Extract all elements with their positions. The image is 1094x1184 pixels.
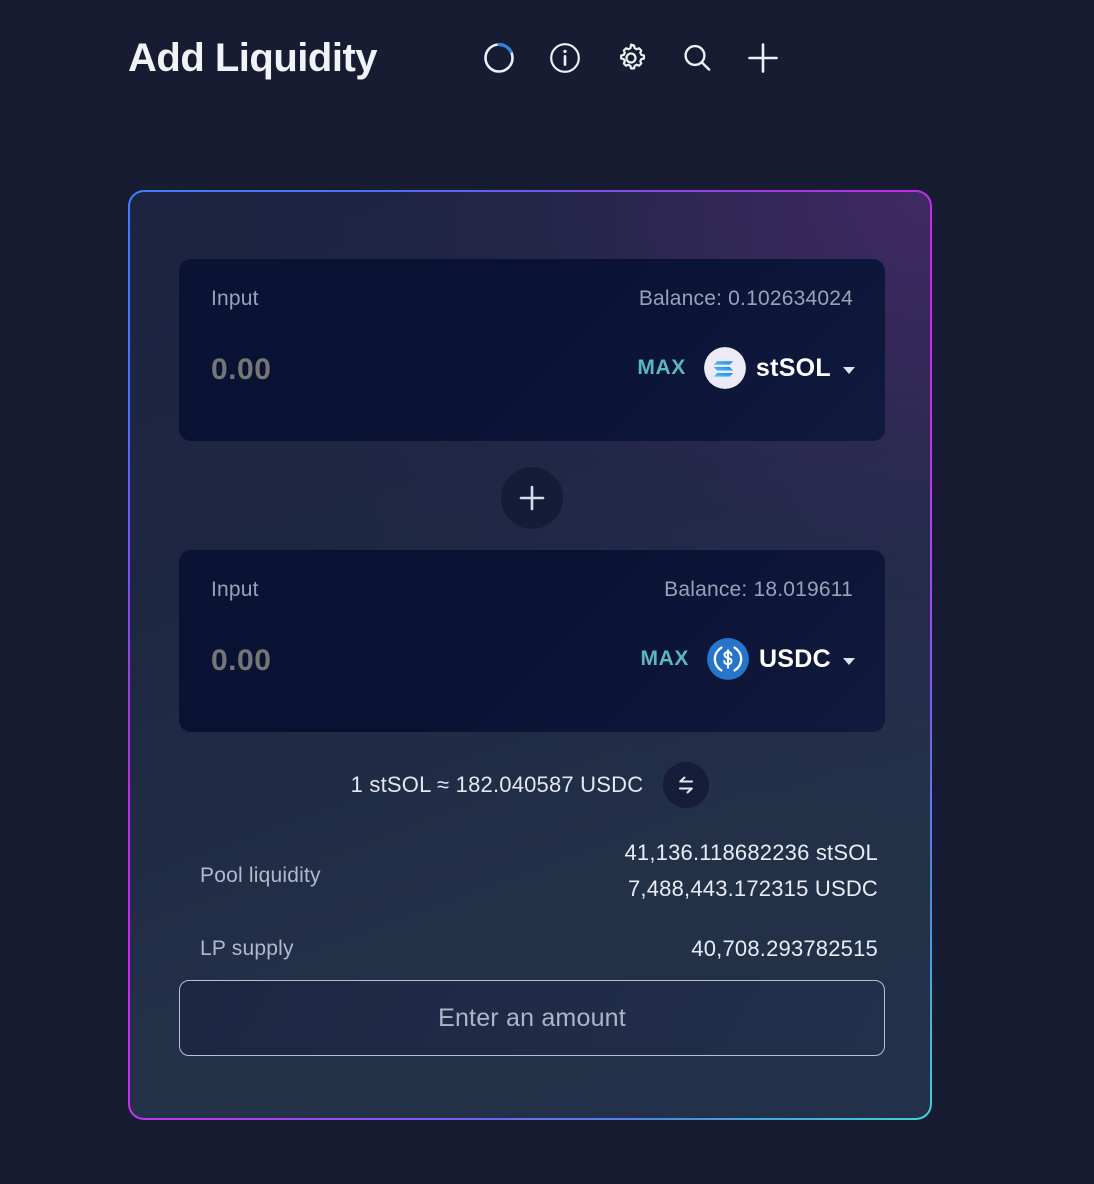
input-card-stsol: Input Balance: 0.102634024 MAX xyxy=(179,259,885,441)
input-label: Input xyxy=(211,287,259,310)
pool-liquidity-values: 41,136.118682236 stSOL 7,488,443.172315 … xyxy=(624,840,878,902)
page-title: Add Liquidity xyxy=(128,36,378,80)
search-icon[interactable] xyxy=(677,38,717,78)
pool-liquidity-value-stsol: 41,136.118682236 stSOL xyxy=(624,840,878,865)
stat-row-pool-liquidity: Pool liquidity 41,136.118682236 stSOL 7,… xyxy=(130,840,930,902)
loading-spinner-icon[interactable] xyxy=(479,38,519,78)
pool-stats: Pool liquidity 41,136.118682236 stSOL 7,… xyxy=(130,822,930,962)
max-button-stsol[interactable]: MAX xyxy=(637,356,685,380)
stat-row-lp-supply: LP supply 40,708.293782515 xyxy=(130,936,930,962)
lp-supply-label: LP supply xyxy=(200,937,294,960)
input-card-usdc: Input Balance: 18.019611 MAX USDC xyxy=(179,550,885,732)
chevron-down-icon xyxy=(843,366,855,374)
add-liquidity-card: Input Balance: 0.102634024 MAX xyxy=(128,190,932,1120)
header-icon-group xyxy=(479,38,783,78)
amount-input-usdc[interactable] xyxy=(211,644,511,678)
token-symbol-stsol: stSOL xyxy=(755,353,831,382)
token-selector-usdc[interactable]: USDC xyxy=(706,638,855,680)
usdc-logo-icon xyxy=(706,638,749,680)
token-selector-stsol[interactable]: stSOL xyxy=(703,347,855,389)
plus-icon xyxy=(519,485,545,511)
gear-icon[interactable] xyxy=(611,38,651,78)
input-controls: MAX stSOL xyxy=(637,347,855,389)
input-controls: MAX USDC xyxy=(640,638,855,680)
exchange-rate-row: 1 stSOL ≈ 182.040587 USDC xyxy=(130,762,930,808)
solana-logo-icon xyxy=(703,347,746,389)
plus-icon[interactable] xyxy=(743,38,783,78)
token-symbol-usdc: USDC xyxy=(758,644,831,673)
submit-button[interactable]: Enter an amount xyxy=(179,980,885,1056)
swap-arrows-icon xyxy=(679,776,694,794)
input-label: Input xyxy=(211,578,259,601)
add-liquidity-page: Add Liquidity Input Balance: 0.102634024… xyxy=(0,0,1094,1184)
page-header: Add Liquidity xyxy=(128,38,783,78)
add-input-button[interactable] xyxy=(501,467,563,529)
pool-liquidity-value-usdc: 7,488,443.172315 USDC xyxy=(627,876,878,901)
max-button-usdc[interactable]: MAX xyxy=(640,647,688,671)
swap-rate-button[interactable] xyxy=(663,762,710,808)
balance-label: Balance: 18.019611 xyxy=(664,578,853,601)
pool-liquidity-label: Pool liquidity xyxy=(200,864,321,887)
info-icon[interactable] xyxy=(545,38,585,78)
lp-supply-value: 40,708.293782515 xyxy=(691,936,878,961)
amount-input-stsol[interactable] xyxy=(211,353,511,387)
chevron-down-icon xyxy=(843,657,855,665)
exchange-rate-text: 1 stSOL ≈ 182.040587 USDC xyxy=(350,772,644,797)
balance-label: Balance: 0.102634024 xyxy=(638,287,853,310)
